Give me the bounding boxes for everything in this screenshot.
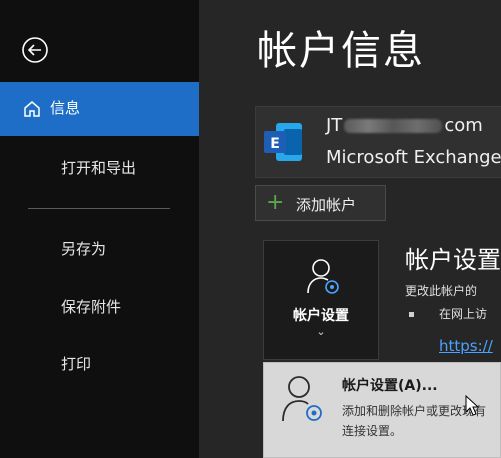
nav-item-save-as[interactable]: 另存为 xyxy=(61,238,106,259)
home-icon xyxy=(24,101,40,117)
backstage-sidebar: 信息 打开和导出 另存为 保存附件 打印 xyxy=(0,0,199,458)
email-prefix: JT xyxy=(326,115,343,136)
account-settings-button[interactable]: 帐户设置 ⌄ xyxy=(263,240,379,360)
menu-item-title: 帐户设置(A)... xyxy=(342,378,438,394)
svg-text:E: E xyxy=(270,136,280,152)
bullet-icon xyxy=(409,312,414,317)
nav-item-label: 信息 xyxy=(50,99,81,117)
mouse-cursor-icon xyxy=(465,395,480,416)
web-access-link[interactable]: https:// xyxy=(439,337,493,355)
account-type: Microsoft Exchange xyxy=(326,147,501,168)
nav-item-info[interactable]: 信息 xyxy=(0,82,199,136)
account-settings-icon xyxy=(282,376,322,422)
add-account-button[interactable]: + 添加帐户 xyxy=(255,185,386,221)
bullet-text: 在网上访 xyxy=(439,307,488,321)
back-arrow-icon[interactable] xyxy=(20,35,50,65)
account-settings-icon xyxy=(307,259,339,294)
email-suffix: com xyxy=(444,115,483,136)
redacted-email xyxy=(344,119,443,133)
account-settings-label: 帐户设置 xyxy=(293,308,349,324)
nav-item-print[interactable]: 打印 xyxy=(61,353,91,374)
section-description: 更改此帐户的 xyxy=(405,284,478,298)
section-title: 帐户设置 xyxy=(405,246,501,274)
nav-item-open-export[interactable]: 打开和导出 xyxy=(61,157,136,178)
page-title: 帐户信息 xyxy=(257,28,425,74)
account-selector[interactable]: E JT com Microsoft Exchange xyxy=(255,106,501,178)
plus-icon: + xyxy=(266,190,285,215)
exchange-icon: E xyxy=(264,123,302,161)
chevron-down-icon: ⌄ xyxy=(316,325,326,338)
add-account-label: 添加帐户 xyxy=(296,196,357,214)
nav-item-save-attachments[interactable]: 保存附件 xyxy=(61,296,121,317)
account-email: JT com xyxy=(326,115,483,136)
nav-divider xyxy=(28,208,170,209)
